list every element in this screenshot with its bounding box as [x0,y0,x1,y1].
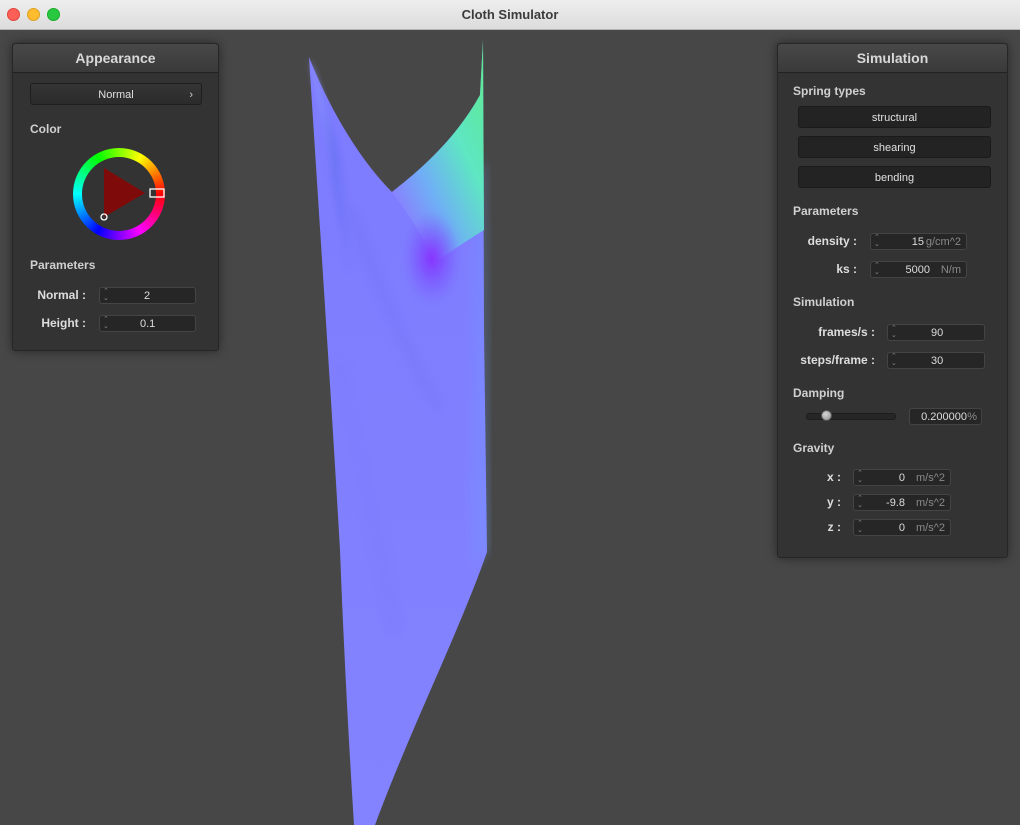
stepper-icon[interactable]: ⌃ ⌄ [857,470,863,484]
gravity-z-unit: m/s^2 [916,522,945,534]
simulation-panel-title: Simulation [778,44,1007,73]
simulation-parameters-label: Parameters [793,204,859,218]
gravity-y-unit: m/s^2 [916,497,945,509]
title-bar: Cloth Simulator [0,0,1020,30]
gravity-y-label: y : [826,495,841,509]
normal-input[interactable]: ⌃ ⌄ 2 [99,287,196,304]
density-input[interactable]: ⌃ ⌄ 15 g/cm^2 [870,233,967,250]
simulation-section-label: Simulation [793,295,855,309]
density-unit: g/cm^2 [925,236,961,248]
height-label: Height : [41,316,86,330]
shader-dropdown[interactable]: Normal › [30,83,202,105]
appearance-parameters-label: Parameters [30,258,96,272]
structural-spring-toggle[interactable]: structural [798,106,991,128]
appearance-panel: Appearance Normal › Color Parameters Nor… [12,43,219,351]
normal-label: Normal : [37,288,86,302]
frames-per-second-label: frames/s : [818,325,875,339]
stepper-icon[interactable]: ⌃ ⌄ [891,325,897,339]
appearance-panel-title: Appearance [13,44,218,73]
ks-unit: N/m [940,264,961,276]
damping-slider[interactable] [806,413,896,420]
height-value: 0.1 [140,318,156,330]
density-label: density : [807,234,857,248]
steps-per-frame-label: steps/frame : [800,353,875,367]
steps-per-frame-input[interactable]: ⌃ ⌄ 30 [887,352,985,369]
ks-label: ks : [836,262,857,276]
simulation-panel: Simulation Spring types structural shear… [777,43,1008,558]
color-label: Color [30,122,62,136]
damping-label: Damping [793,386,845,400]
gravity-z-value: 0 [898,522,905,534]
stepper-icon[interactable]: ⌃ ⌄ [103,288,109,302]
frames-per-second-value: 90 [931,327,944,339]
gravity-y-value: -9.8 [886,497,905,509]
damping-value: 0.200000 [921,411,967,423]
stepper-icon[interactable]: ⌃ ⌄ [857,520,863,534]
bending-spring-toggle[interactable]: bending [798,166,991,188]
stepper-icon[interactable]: ⌃ ⌄ [857,495,863,509]
shader-dropdown-label: Normal [98,89,134,101]
gravity-y-input[interactable]: ⌃ ⌄ -9.8 m/s^2 [853,494,951,511]
density-value: 15 [911,236,924,248]
gravity-x-label: x : [826,470,841,484]
height-input[interactable]: ⌃ ⌄ 0.1 [99,315,196,332]
shearing-spring-toggle[interactable]: shearing [798,136,991,158]
stepper-icon[interactable]: ⌃ ⌄ [874,262,880,276]
color-wheel[interactable] [72,147,166,241]
ks-input[interactable]: ⌃ ⌄ 5000 N/m [870,261,967,278]
gravity-label: Gravity [793,441,835,455]
stepper-icon[interactable]: ⌃ ⌄ [103,316,109,330]
window-title: Cloth Simulator [461,7,559,22]
gravity-x-input[interactable]: ⌃ ⌄ 0 m/s^2 [853,469,951,486]
gravity-z-input[interactable]: ⌃ ⌄ 0 m/s^2 [853,519,951,536]
damping-input[interactable]: 0.200000 % [909,408,982,425]
steps-per-frame-value: 30 [931,355,944,367]
gravity-z-label: z : [827,520,841,534]
normal-value: 2 [144,290,151,302]
ks-value: 5000 [905,264,930,276]
damping-unit: % [967,411,977,423]
chevron-right-icon: › [189,89,193,101]
stepper-icon[interactable]: ⌃ ⌄ [874,234,880,248]
frames-per-second-input[interactable]: ⌃ ⌄ 90 [887,324,985,341]
spring-types-label: Spring types [793,84,866,98]
gravity-x-value: 0 [898,472,905,484]
stepper-icon[interactable]: ⌃ ⌄ [891,353,897,367]
gravity-x-unit: m/s^2 [916,472,945,484]
